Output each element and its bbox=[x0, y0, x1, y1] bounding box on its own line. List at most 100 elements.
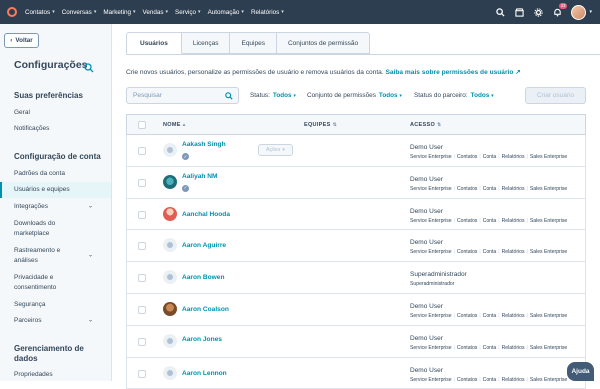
help-button[interactable]: Ajuda bbox=[567, 362, 594, 381]
filter-value: Todos bbox=[470, 92, 490, 99]
sidebar-item-label: Segurança bbox=[14, 301, 46, 308]
avatar bbox=[163, 365, 177, 380]
learn-more-label: Saiba mais sobre permissões de usuário bbox=[385, 69, 514, 76]
sidebar-item-usuarios[interactable]: Usuários e equipes bbox=[0, 182, 111, 198]
nav-marketing[interactable]: Marketing ▾ bbox=[103, 9, 135, 16]
sidebar-item-padroes[interactable]: Padrões da conta bbox=[0, 169, 111, 179]
access-details: Service Enterprise | Contatos | Conta | Relató… bbox=[410, 154, 568, 160]
chevron-down-icon: ▾ bbox=[241, 9, 244, 15]
status-filter[interactable]: Status: Todos ▾ bbox=[250, 92, 296, 99]
access-part: Conta bbox=[482, 217, 497, 224]
access-part: Relatórios bbox=[501, 249, 525, 256]
tab-equipes[interactable]: Equipes bbox=[230, 32, 277, 54]
table-row[interactable]: Aakash Singh ✓ Ações ▾ Demo User Service … bbox=[126, 135, 586, 167]
sidebar-item-label: Rastreamento e análises bbox=[14, 247, 61, 264]
sidebar-item-integracoes[interactable]: Integrações ⌄ bbox=[0, 202, 111, 212]
nav-label: Vendas bbox=[142, 8, 164, 16]
sidebar-title: Configurações bbox=[14, 59, 88, 71]
filter-label: Conjunto de permissões bbox=[307, 92, 376, 99]
actions-dropdown[interactable]: Ações ▾ bbox=[258, 144, 293, 156]
filter-value: Todos bbox=[272, 92, 292, 99]
avatar bbox=[163, 206, 177, 221]
table-row[interactable]: Aaron Lennon Demo User Service Enterpris… bbox=[126, 357, 586, 389]
row-checkbox[interactable] bbox=[138, 369, 146, 378]
filter-label: Status do parceiro: bbox=[414, 92, 468, 99]
chevron-down-icon[interactable]: ▾ bbox=[589, 9, 592, 15]
user-name-link[interactable]: Aaliyah NM bbox=[182, 173, 218, 180]
partner-status-filter[interactable]: Status do parceiro: Todos ▾ bbox=[414, 92, 494, 99]
nav-vendas[interactable]: Vendas ▾ bbox=[143, 9, 169, 16]
user-name-link[interactable]: Aaron Lennon bbox=[182, 370, 227, 377]
nav-contatos[interactable]: Contatos ▾ bbox=[25, 9, 55, 16]
sidebar-item-parceiros[interactable]: Parceiros ⌄ bbox=[0, 316, 111, 326]
sidebar-item-geral[interactable]: Geral bbox=[0, 108, 111, 118]
create-user-button[interactable]: Criar usuário bbox=[525, 87, 586, 104]
search-icon[interactable] bbox=[495, 7, 505, 17]
column-nome[interactable]: NOME ▴ bbox=[163, 122, 186, 128]
bell-icon[interactable]: 23 bbox=[552, 3, 568, 17]
access-part: Contatos bbox=[456, 344, 478, 351]
gear-icon[interactable] bbox=[533, 7, 543, 17]
sidebar-item-seguranca[interactable]: Segurança bbox=[0, 300, 111, 310]
user-name-link[interactable]: Aaron Bowen bbox=[182, 274, 225, 281]
table-row[interactable]: Aaron Aguirre Demo User Service Enterpri… bbox=[126, 230, 586, 263]
user-name-link[interactable]: Aanchal Hooda bbox=[182, 211, 230, 218]
back-button[interactable]: ‹ Voltar bbox=[4, 33, 39, 48]
row-checkbox[interactable] bbox=[138, 242, 146, 251]
access-part: Contatos bbox=[456, 249, 478, 256]
access-part: Contatos bbox=[456, 217, 478, 224]
user-name-link[interactable]: Aaron Jones bbox=[182, 336, 222, 343]
tab-licencas[interactable]: Licenças bbox=[181, 32, 231, 54]
user-name-link[interactable]: Aaron Coalson bbox=[182, 306, 229, 313]
select-all-checkbox[interactable] bbox=[138, 121, 146, 129]
sidebar-item-rastreamento[interactable]: Rastreamento e análises ⌄ bbox=[0, 246, 111, 265]
row-checkbox[interactable] bbox=[138, 147, 146, 155]
row-checkbox[interactable] bbox=[138, 337, 146, 346]
column-equipes[interactable]: EQUIPES ⇅ bbox=[304, 122, 337, 128]
search-input[interactable]: Pesquisar bbox=[126, 87, 239, 104]
nav-label: Conversas bbox=[61, 8, 92, 16]
sidebar-item-downloads[interactable]: Downloads do marketplace bbox=[0, 219, 80, 238]
user-name-link[interactable]: Aakash Singh bbox=[182, 141, 226, 148]
tab-usuarios[interactable]: Usuários bbox=[126, 32, 182, 54]
column-acesso[interactable]: ACESSO ⇅ bbox=[410, 122, 442, 128]
user-name-link[interactable]: Aaron Aguirre bbox=[182, 242, 226, 249]
learn-more-link[interactable]: Saiba mais sobre permissões de usuário ↗ bbox=[386, 69, 521, 76]
table-row[interactable]: Aaron Coalson Demo User Service Enterpri… bbox=[126, 293, 586, 326]
search-icon[interactable] bbox=[84, 60, 94, 73]
nav-label: Relatórios bbox=[250, 8, 280, 16]
table-row[interactable]: Aaliyah NM ✓ Demo User Service Enterpris… bbox=[126, 166, 586, 199]
row-checkbox[interactable] bbox=[138, 274, 146, 283]
chevron-down-icon: ▾ bbox=[491, 93, 494, 99]
access-level: Demo User bbox=[410, 207, 443, 215]
permission-set-filter[interactable]: Conjunto de permissões Todos ▾ bbox=[307, 92, 402, 99]
access-part: Relatórios bbox=[501, 185, 525, 192]
sidebar-item-propriedades[interactable]: Propriedades bbox=[0, 370, 111, 380]
sidebar-item-notificacoes[interactable]: Notificações bbox=[0, 124, 111, 134]
row-checkbox[interactable] bbox=[138, 305, 146, 314]
section-preferences: Suas preferências bbox=[14, 91, 83, 100]
person-icon bbox=[167, 274, 173, 281]
user-avatar[interactable] bbox=[571, 4, 587, 20]
top-navigation: Contatos ▾ Conversas ▾ Marketing ▾ Vendas ▾ … bbox=[0, 0, 600, 24]
nav-conversas[interactable]: Conversas ▾ bbox=[62, 9, 97, 16]
tab-conjuntos[interactable]: Conjuntos de permissão bbox=[276, 32, 371, 54]
search-placeholder: Pesquisar bbox=[133, 92, 162, 99]
sidebar-item-privacidade[interactable]: Privacidade e consentimento bbox=[0, 273, 111, 292]
row-checkbox[interactable] bbox=[138, 210, 146, 219]
access-part: Service Enterprise bbox=[410, 217, 452, 224]
access-details: Superadministrador bbox=[410, 281, 455, 288]
nav-relatorios[interactable]: Relatórios ▾ bbox=[251, 9, 284, 16]
verified-icon: ✓ bbox=[182, 184, 189, 192]
access-part: Sales Enterprise bbox=[529, 344, 568, 351]
nav-automacao[interactable]: Automação ▾ bbox=[208, 9, 244, 16]
nav-servico[interactable]: Serviço ▾ bbox=[175, 9, 201, 16]
hubspot-logo-icon[interactable] bbox=[7, 7, 17, 17]
row-checkbox[interactable] bbox=[138, 178, 146, 187]
table-row[interactable]: Aaron Jones Demo User Service Enterprise… bbox=[126, 325, 586, 358]
users-table: NOME ▴ EQUIPES ⇅ ACESSO ⇅ Aakash Singh ✓ Aç… bbox=[126, 114, 586, 389]
marketplace-icon[interactable] bbox=[514, 7, 524, 17]
tabs-divider bbox=[126, 54, 600, 55]
table-row[interactable]: Aaron Bowen Superadministrador Superadmi… bbox=[126, 262, 586, 294]
table-row[interactable]: Aanchal Hooda Demo User Service Enterpri… bbox=[126, 198, 586, 231]
